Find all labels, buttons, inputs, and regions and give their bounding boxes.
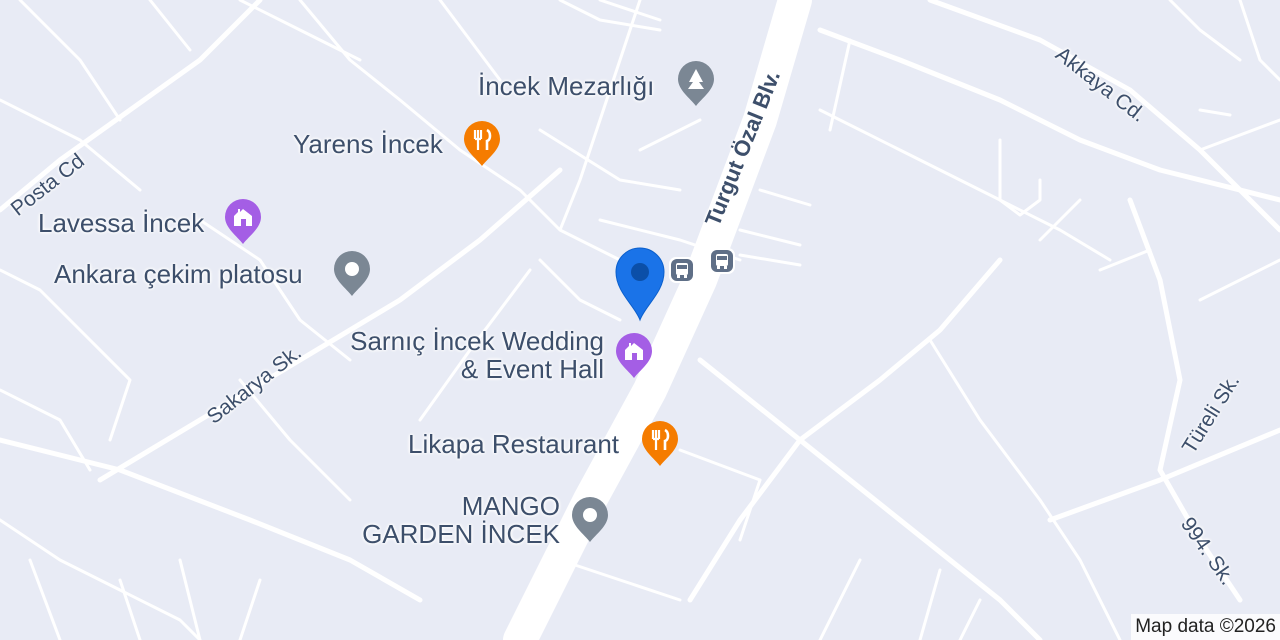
wedding-venue-icon[interactable] [614, 332, 654, 380]
place-label-yarens-incek[interactable]: Yarens İncek [293, 130, 443, 158]
place-label-mango[interactable]: MANGO GARDEN İNCEK [340, 492, 560, 548]
map-canvas[interactable]: Turgut Özal Blv. Akkaya Cd. Posta Cd Sak… [0, 0, 1280, 640]
wedding-venue-icon[interactable] [223, 198, 263, 246]
cemetery-icon[interactable] [676, 60, 716, 108]
bus-stop-icon[interactable] [708, 247, 736, 275]
place-label-sarnic-incek[interactable]: Sarnıç İncek Wedding & Event Hall [336, 327, 604, 383]
place-label-likapa[interactable]: Likapa Restaurant [408, 430, 619, 458]
place-label-lavessa-incek[interactable]: Lavessa İncek [38, 209, 204, 237]
place-dot-icon[interactable] [332, 250, 372, 298]
bus-stop-icon[interactable] [668, 256, 696, 284]
place-label-mango-line1: MANGO [461, 491, 560, 521]
place-label-sarnic-line2: & Event Hall [460, 354, 604, 385]
place-label-mango-line2: GARDEN İNCEK [362, 519, 560, 550]
place-label-sarnic-line1: Sarnıç İncek Wedding [350, 326, 604, 356]
map-attribution: Map data ©2026 [1131, 614, 1280, 640]
location-marker-icon[interactable] [613, 246, 667, 322]
place-label-ankara-cekim[interactable]: Ankara çekim platosu [54, 260, 303, 288]
place-label-incek-mezarligi[interactable]: İncek Mezarlığı [478, 72, 654, 100]
place-dot-icon[interactable] [570, 496, 610, 544]
restaurant-icon[interactable] [462, 120, 502, 168]
restaurant-icon[interactable] [640, 420, 680, 468]
